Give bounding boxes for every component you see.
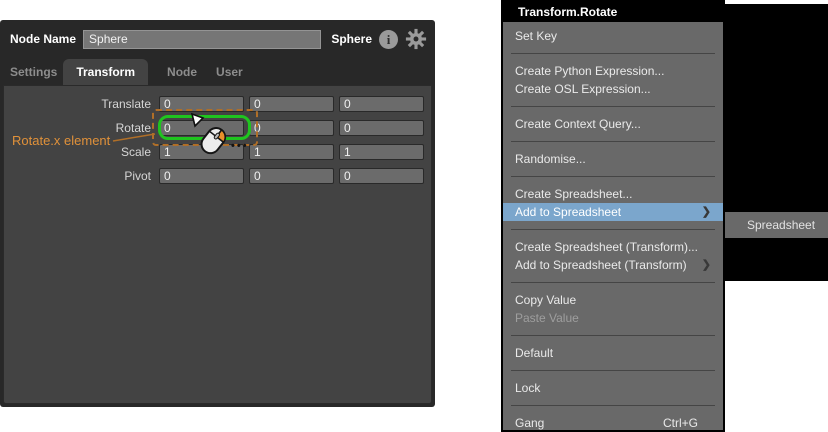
scale-y-field[interactable]	[249, 144, 334, 160]
menu-item-paste-value: Paste Value	[503, 309, 723, 327]
scale-z-field[interactable]	[339, 144, 424, 160]
submenu-backdrop	[723, 4, 828, 281]
translate-y-field[interactable]	[249, 96, 334, 112]
menu-separator	[511, 141, 715, 142]
node-type-label: Sphere	[331, 32, 372, 46]
tab-transform[interactable]: Transform	[63, 59, 148, 85]
gear-icon[interactable]	[405, 28, 427, 50]
node-name-label: Node Name	[10, 32, 76, 46]
panel-tabs: Settings Transform Node User	[0, 58, 435, 85]
node-name-input[interactable]	[83, 30, 321, 49]
rotate-y-field[interactable]	[249, 120, 334, 136]
tab-settings[interactable]: Settings	[10, 59, 57, 85]
menu-separator	[511, 370, 715, 371]
menu-separator	[511, 53, 715, 54]
menu-separator	[511, 106, 715, 107]
gang-shortcut-label: Ctrl+G	[663, 414, 698, 430]
tab-node[interactable]: Node	[167, 59, 197, 85]
menu-item-add-to-spreadsheet-transform[interactable]: Add to Spreadsheet (Transform) ❯	[503, 256, 723, 274]
transform-rotate-context-menu: Transform.Rotate Set Key Create Python E…	[501, 0, 725, 432]
menu-separator	[511, 335, 715, 336]
translate-label: Translate	[4, 97, 159, 111]
menu-item-create-context-query[interactable]: Create Context Query...	[503, 115, 723, 133]
menu-item-default[interactable]: Default	[503, 344, 723, 362]
menu-item-lock[interactable]: Lock	[503, 379, 723, 397]
pivot-row: Pivot	[4, 168, 431, 184]
rotate-z-field[interactable]	[339, 120, 424, 136]
info-icon[interactable]: i	[379, 30, 398, 49]
submenu-arrow-icon: ❯	[702, 256, 711, 274]
pivot-z-field[interactable]	[339, 168, 424, 184]
annotation-connector-line	[111, 129, 159, 145]
node-parameters-panel: Node Name Sphere i Settings Transform No…	[0, 20, 435, 407]
panel-header: Node Name Sphere i	[0, 20, 435, 58]
submenu-arrow-icon: ❯	[702, 203, 711, 221]
spreadsheet-submenu: Spreadsheet	[725, 212, 828, 238]
menu-item-create-osl-expression[interactable]: Create OSL Expression...	[503, 80, 723, 98]
menu-item-randomise[interactable]: Randomise...	[503, 150, 723, 168]
menu-item-create-spreadsheet[interactable]: Create Spreadsheet...	[503, 185, 723, 203]
tab-user[interactable]: User	[216, 59, 243, 85]
translate-z-field[interactable]	[339, 96, 424, 112]
pivot-y-field[interactable]	[249, 168, 334, 184]
pivot-label: Pivot	[4, 169, 159, 183]
menu-item-add-to-spreadsheet[interactable]: Add to Spreadsheet ❯	[503, 203, 723, 221]
menu-separator	[511, 282, 715, 283]
submenu-item-spreadsheet[interactable]: Spreadsheet	[725, 212, 828, 238]
menu-separator	[511, 176, 715, 177]
context-menu-body: Set Key Create Python Expression... Crea…	[503, 22, 723, 430]
menu-item-create-python-expression[interactable]: Create Python Expression...	[503, 62, 723, 80]
menu-item-copy-value[interactable]: Copy Value	[503, 291, 723, 309]
menu-separator	[511, 229, 715, 230]
menu-item-create-spreadsheet-transform[interactable]: Create Spreadsheet (Transform)...	[503, 238, 723, 256]
drag-hint-dots: •••	[231, 140, 249, 152]
menu-item-gang[interactable]: Gang Ctrl+G	[503, 414, 723, 430]
context-menu-title: Transform.Rotate	[503, 2, 723, 22]
menu-separator	[511, 405, 715, 406]
menu-item-set-key[interactable]: Set Key	[503, 27, 723, 45]
pivot-x-field[interactable]	[159, 168, 244, 184]
rotate-x-annotation-label: Rotate.x element	[12, 133, 110, 148]
